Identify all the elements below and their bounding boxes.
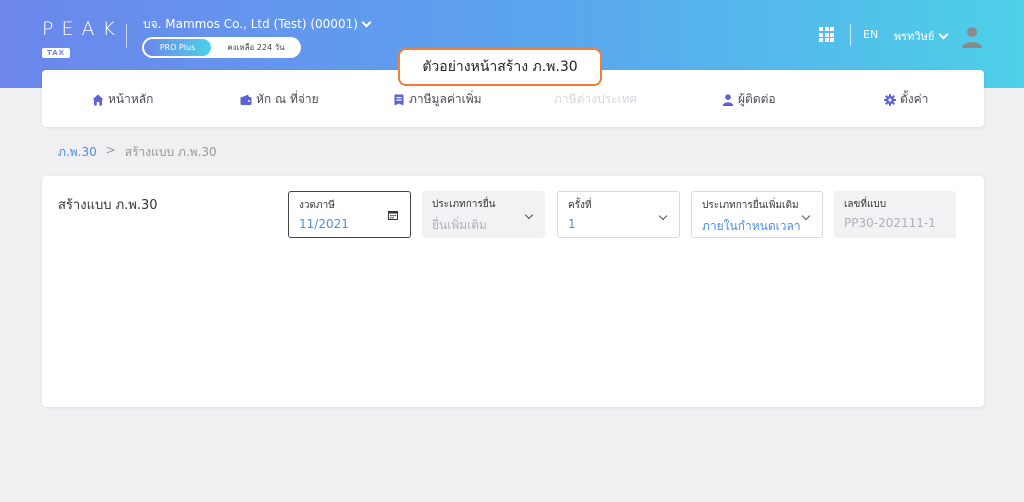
page-title: สร้างแบบ ภ.พ.30 — [58, 198, 158, 213]
gear-icon — [884, 93, 896, 106]
nav-item-foreign-tax: ภาษีต่างประเทศ — [554, 90, 637, 109]
nav-item-settings[interactable]: ตั้งค่า — [884, 90, 928, 109]
nav-item-vat[interactable]: ภาษีมูลค่าเพิ่ม — [393, 90, 482, 109]
nav-label: หน้าหลัก — [108, 92, 154, 106]
logo-wordmark: PEAK — [42, 18, 123, 40]
tax-period-field[interactable]: งวดภาษี 11/2021 — [288, 191, 411, 238]
nav-item-withholding[interactable]: หัก ณ ที่จ่าย — [240, 90, 319, 109]
nav-label: ภาษีต่างประเทศ — [554, 92, 638, 106]
plan-name: PRO Plus — [144, 39, 211, 56]
field-label: ครั้งที่ — [568, 200, 592, 211]
user-menu[interactable]: พรทวิษย์ — [894, 27, 949, 45]
apps-grid-icon[interactable] — [819, 27, 834, 42]
home-icon — [92, 94, 104, 105]
breadcrumb-separator: > — [105, 143, 116, 157]
field-label: งวดภาษี — [299, 200, 335, 211]
plan-badge[interactable]: PRO Plus คงเหลือ 224 วัน — [142, 37, 301, 58]
company-selector[interactable]: บจ. Mammos Co., Ltd (Test) (00001) — [143, 15, 372, 34]
form-number-field: เลขที่แบบ PP30-202111-1 — [834, 191, 956, 238]
nav-label: ตั้งค่า — [900, 92, 929, 106]
field-label: เลขที่แบบ — [844, 199, 887, 210]
create-form-card: สร้างแบบ ภ.พ.30 งวดภาษี 11/2021 ประเภทกา… — [42, 176, 984, 407]
user-icon — [722, 93, 734, 106]
annotation-callout: ตัวอย่างหน้าสร้าง ภ.พ.30 — [398, 48, 602, 86]
language-switch[interactable]: EN — [863, 28, 878, 41]
times-select[interactable]: ครั้งที่ 1 — [557, 191, 680, 238]
additional-filing-type-select[interactable]: ประเภทการยื่นเพิ่มเติม ภายในกำหนดเวลา — [691, 191, 823, 238]
tax-period-value: 11/2021 — [299, 217, 349, 231]
plan-remaining-days: คงเหลือ 224 วัน — [227, 43, 285, 52]
header-divider — [850, 24, 851, 46]
chevron-down-icon — [361, 17, 372, 28]
calendar-icon[interactable] — [388, 210, 398, 220]
nav-item-contacts[interactable]: ผู้ติดต่อ — [722, 90, 776, 109]
field-label: ประเภทการยื่นเพิ่มเติม — [702, 200, 799, 211]
user-name: พรทวิษย์ — [894, 30, 935, 43]
breadcrumb-link-pp30[interactable]: ภ.พ.30 — [58, 143, 97, 162]
chevron-down-icon — [938, 29, 949, 39]
nav-item-home[interactable]: หน้าหลัก — [92, 90, 153, 109]
company-name: บจ. Mammos Co., Ltd (Test) (00001) — [143, 17, 358, 31]
breadcrumb-current: สร้างแบบ ภ.พ.30 — [124, 145, 217, 159]
nav-label: ภาษีมูลค่าเพิ่ม — [409, 92, 482, 106]
additional-filing-type-value: ภายในกำหนดเวลา — [702, 219, 801, 233]
filing-type-value: ยื่นเพิ่มเติม — [432, 218, 487, 232]
nav-label: ผู้ติดต่อ — [738, 92, 776, 106]
avatar-icon[interactable] — [960, 24, 984, 48]
field-label: ประเภทการยื่น — [432, 199, 496, 210]
receipt-icon — [394, 94, 404, 105]
header-divider — [126, 24, 127, 48]
breadcrumb: ภ.พ.30 > สร้างแบบ ภ.พ.30 — [58, 143, 217, 162]
wallet-icon — [240, 94, 252, 105]
logo-tax-badge: TAX — [42, 48, 71, 58]
form-number-value: PP30-202111-1 — [844, 216, 936, 230]
filing-type-select[interactable]: ประเภทการยื่น ยื่นเพิ่มเติม — [422, 191, 545, 238]
peak-logo[interactable]: PEAK TAX — [42, 18, 123, 59]
times-value: 1 — [568, 217, 576, 231]
nav-label: หัก ณ ที่จ่าย — [256, 92, 319, 106]
